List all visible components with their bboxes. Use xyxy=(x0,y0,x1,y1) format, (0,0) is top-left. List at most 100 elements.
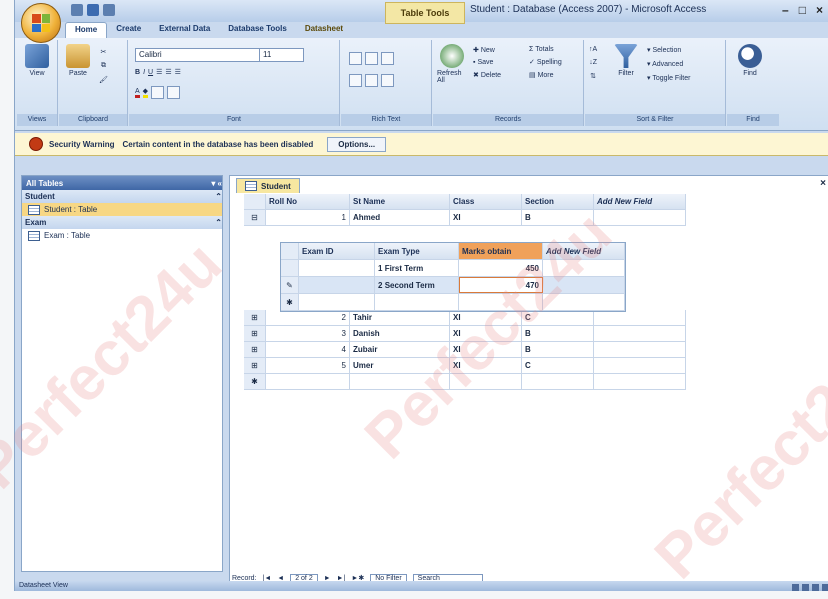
cell-roll[interactable]: 4 xyxy=(266,342,350,357)
cell-empty[interactable] xyxy=(594,210,686,225)
nav-item-exam-table[interactable]: Exam : Table xyxy=(22,229,222,242)
pencil-edit-icon[interactable]: ✎ xyxy=(281,277,299,293)
cell-empty[interactable] xyxy=(350,374,450,389)
cell-marks[interactable]: 450 xyxy=(459,260,543,276)
cell-empty[interactable] xyxy=(459,294,543,310)
sub-new-record-row[interactable]: ✱ xyxy=(281,294,625,311)
pivot-chart-view-icon[interactable] xyxy=(812,584,819,591)
cell-empty[interactable] xyxy=(594,374,686,389)
font-size-combo[interactable]: 11 xyxy=(259,48,304,62)
nav-item-student-table[interactable]: Student : Table xyxy=(22,203,222,216)
doc-tab-student[interactable]: Student xyxy=(236,178,300,193)
gridlines-icon[interactable] xyxy=(151,86,165,99)
col-header-section[interactable]: Section xyxy=(522,194,594,209)
copy-icon[interactable]: ⧉ xyxy=(101,62,106,70)
sort-ascending-icon[interactable]: ↑A xyxy=(589,46,597,53)
tab-home[interactable]: Home xyxy=(65,22,108,38)
font-color-icon[interactable]: A xyxy=(135,88,140,98)
cut-icon[interactable]: ✂ xyxy=(101,48,107,56)
maximize-icon[interactable]: □ xyxy=(799,3,806,17)
align-right-icon[interactable]: ☰ xyxy=(175,68,181,76)
cell-empty[interactable] xyxy=(266,374,350,389)
font-name-combo[interactable]: Calibri xyxy=(135,48,260,62)
table-row[interactable]: ⊟ 1 Ahmed XI B xyxy=(244,210,686,226)
expand-plus-icon[interactable]: ⊞ xyxy=(244,310,266,325)
cell-name[interactable]: Zubair xyxy=(350,342,450,357)
col-header-roll-no[interactable]: Roll No xyxy=(266,194,350,209)
shutter-bar-icon[interactable]: ▾ « xyxy=(211,179,222,188)
cell-section[interactable]: C xyxy=(522,310,594,325)
cell-empty[interactable] xyxy=(594,310,686,325)
new-record-marker-icon[interactable]: ✱ xyxy=(281,294,299,310)
sub-table-row-editing[interactable]: ✎ 2 Second Term 470 xyxy=(281,277,625,294)
toggle-filter-button[interactable]: ▾ Toggle Filter xyxy=(647,74,690,82)
bullets-icon[interactable] xyxy=(365,74,378,87)
text-direction-icon[interactable] xyxy=(381,52,394,65)
expand-minus-icon[interactable]: ⊟ xyxy=(244,210,266,225)
cell-class[interactable]: XI xyxy=(450,342,522,357)
cell-empty[interactable] xyxy=(594,358,686,373)
table-row[interactable]: ⊞ 5 Umer XI C xyxy=(244,358,686,374)
cell-name[interactable]: Ahmed xyxy=(350,210,450,225)
find-button[interactable]: Find xyxy=(735,44,765,77)
delete-record-button[interactable]: ✖ Delete xyxy=(473,71,501,79)
tab-database-tools[interactable]: Database Tools xyxy=(219,22,296,38)
save-record-button[interactable]: ▪ Save xyxy=(473,59,493,66)
cell-empty[interactable] xyxy=(594,326,686,341)
expand-plus-icon[interactable]: ⊞ xyxy=(244,358,266,373)
cell-roll[interactable]: 2 xyxy=(266,310,350,325)
cell-section[interactable]: B xyxy=(522,210,594,225)
align-center-icon[interactable]: ☰ xyxy=(165,68,171,76)
cell-class[interactable]: XI xyxy=(450,358,522,373)
fill-color-icon[interactable]: ◆ xyxy=(142,87,149,98)
cell-empty[interactable] xyxy=(450,374,522,389)
spelling-button[interactable]: ✓ Spelling xyxy=(529,58,562,66)
underline-icon[interactable]: U xyxy=(148,69,153,76)
highlight-icon[interactable] xyxy=(381,74,394,87)
nav-group-student[interactable]: Student ⌃ xyxy=(22,190,222,203)
datasheet-view-icon[interactable] xyxy=(792,584,799,591)
office-button[interactable] xyxy=(21,3,61,43)
cell-exam-type[interactable]: 1 First Term xyxy=(375,260,459,276)
sub-row-selector[interactable] xyxy=(281,260,299,276)
security-options-button[interactable]: Options... xyxy=(327,136,387,152)
cell-section[interactable]: C xyxy=(522,358,594,373)
cell-name[interactable]: Umer xyxy=(350,358,450,373)
select-all-cell[interactable] xyxy=(244,194,266,209)
cell-marks-active[interactable]: 470 xyxy=(459,277,543,293)
bold-icon[interactable]: B xyxy=(135,69,140,76)
close-icon[interactable]: × xyxy=(816,3,823,17)
new-record-row[interactable]: ✱ xyxy=(244,374,686,390)
cell-empty[interactable] xyxy=(375,294,459,310)
cell-empty[interactable] xyxy=(594,342,686,357)
undo-icon[interactable] xyxy=(87,4,99,16)
new-record-marker-icon[interactable]: ✱ xyxy=(244,374,266,389)
cell-class[interactable]: XI xyxy=(450,210,522,225)
col-header-add-new-field[interactable]: Add New Field xyxy=(594,194,686,209)
cell-roll[interactable]: 3 xyxy=(266,326,350,341)
sort-descending-icon[interactable]: ↓Z xyxy=(589,59,597,66)
cell-empty[interactable] xyxy=(299,294,375,310)
paste-button[interactable]: Paste xyxy=(63,44,93,77)
cell-class[interactable]: XI xyxy=(450,326,522,341)
cell-empty[interactable] xyxy=(543,260,625,276)
col-header-marks-obtain[interactable]: Marks obtain xyxy=(459,243,543,259)
cell-empty[interactable] xyxy=(543,277,625,293)
numbering-icon[interactable] xyxy=(349,74,362,87)
cell-name[interactable]: Danish xyxy=(350,326,450,341)
increase-indent-icon[interactable] xyxy=(365,52,378,65)
col-header-exam-type[interactable]: Exam Type xyxy=(375,243,459,259)
refresh-all-button[interactable]: Refresh All xyxy=(437,44,467,84)
col-header-sub-add-new-field[interactable]: Add New Field xyxy=(543,243,625,259)
tab-external-data[interactable]: External Data xyxy=(150,22,219,38)
cell-roll[interactable]: 1 xyxy=(266,210,350,225)
cell-exam-type[interactable]: 2 Second Term xyxy=(375,277,459,293)
redo-icon[interactable] xyxy=(103,4,115,16)
selection-button[interactable]: ▾ Selection xyxy=(647,46,681,54)
table-row[interactable]: ⊞ 4 Zubair XI B xyxy=(244,342,686,358)
tab-create[interactable]: Create xyxy=(107,22,150,38)
cell-empty[interactable] xyxy=(543,294,625,310)
pivot-table-view-icon[interactable] xyxy=(802,584,809,591)
col-header-st-name[interactable]: St Name xyxy=(350,194,450,209)
decrease-indent-icon[interactable] xyxy=(349,52,362,65)
